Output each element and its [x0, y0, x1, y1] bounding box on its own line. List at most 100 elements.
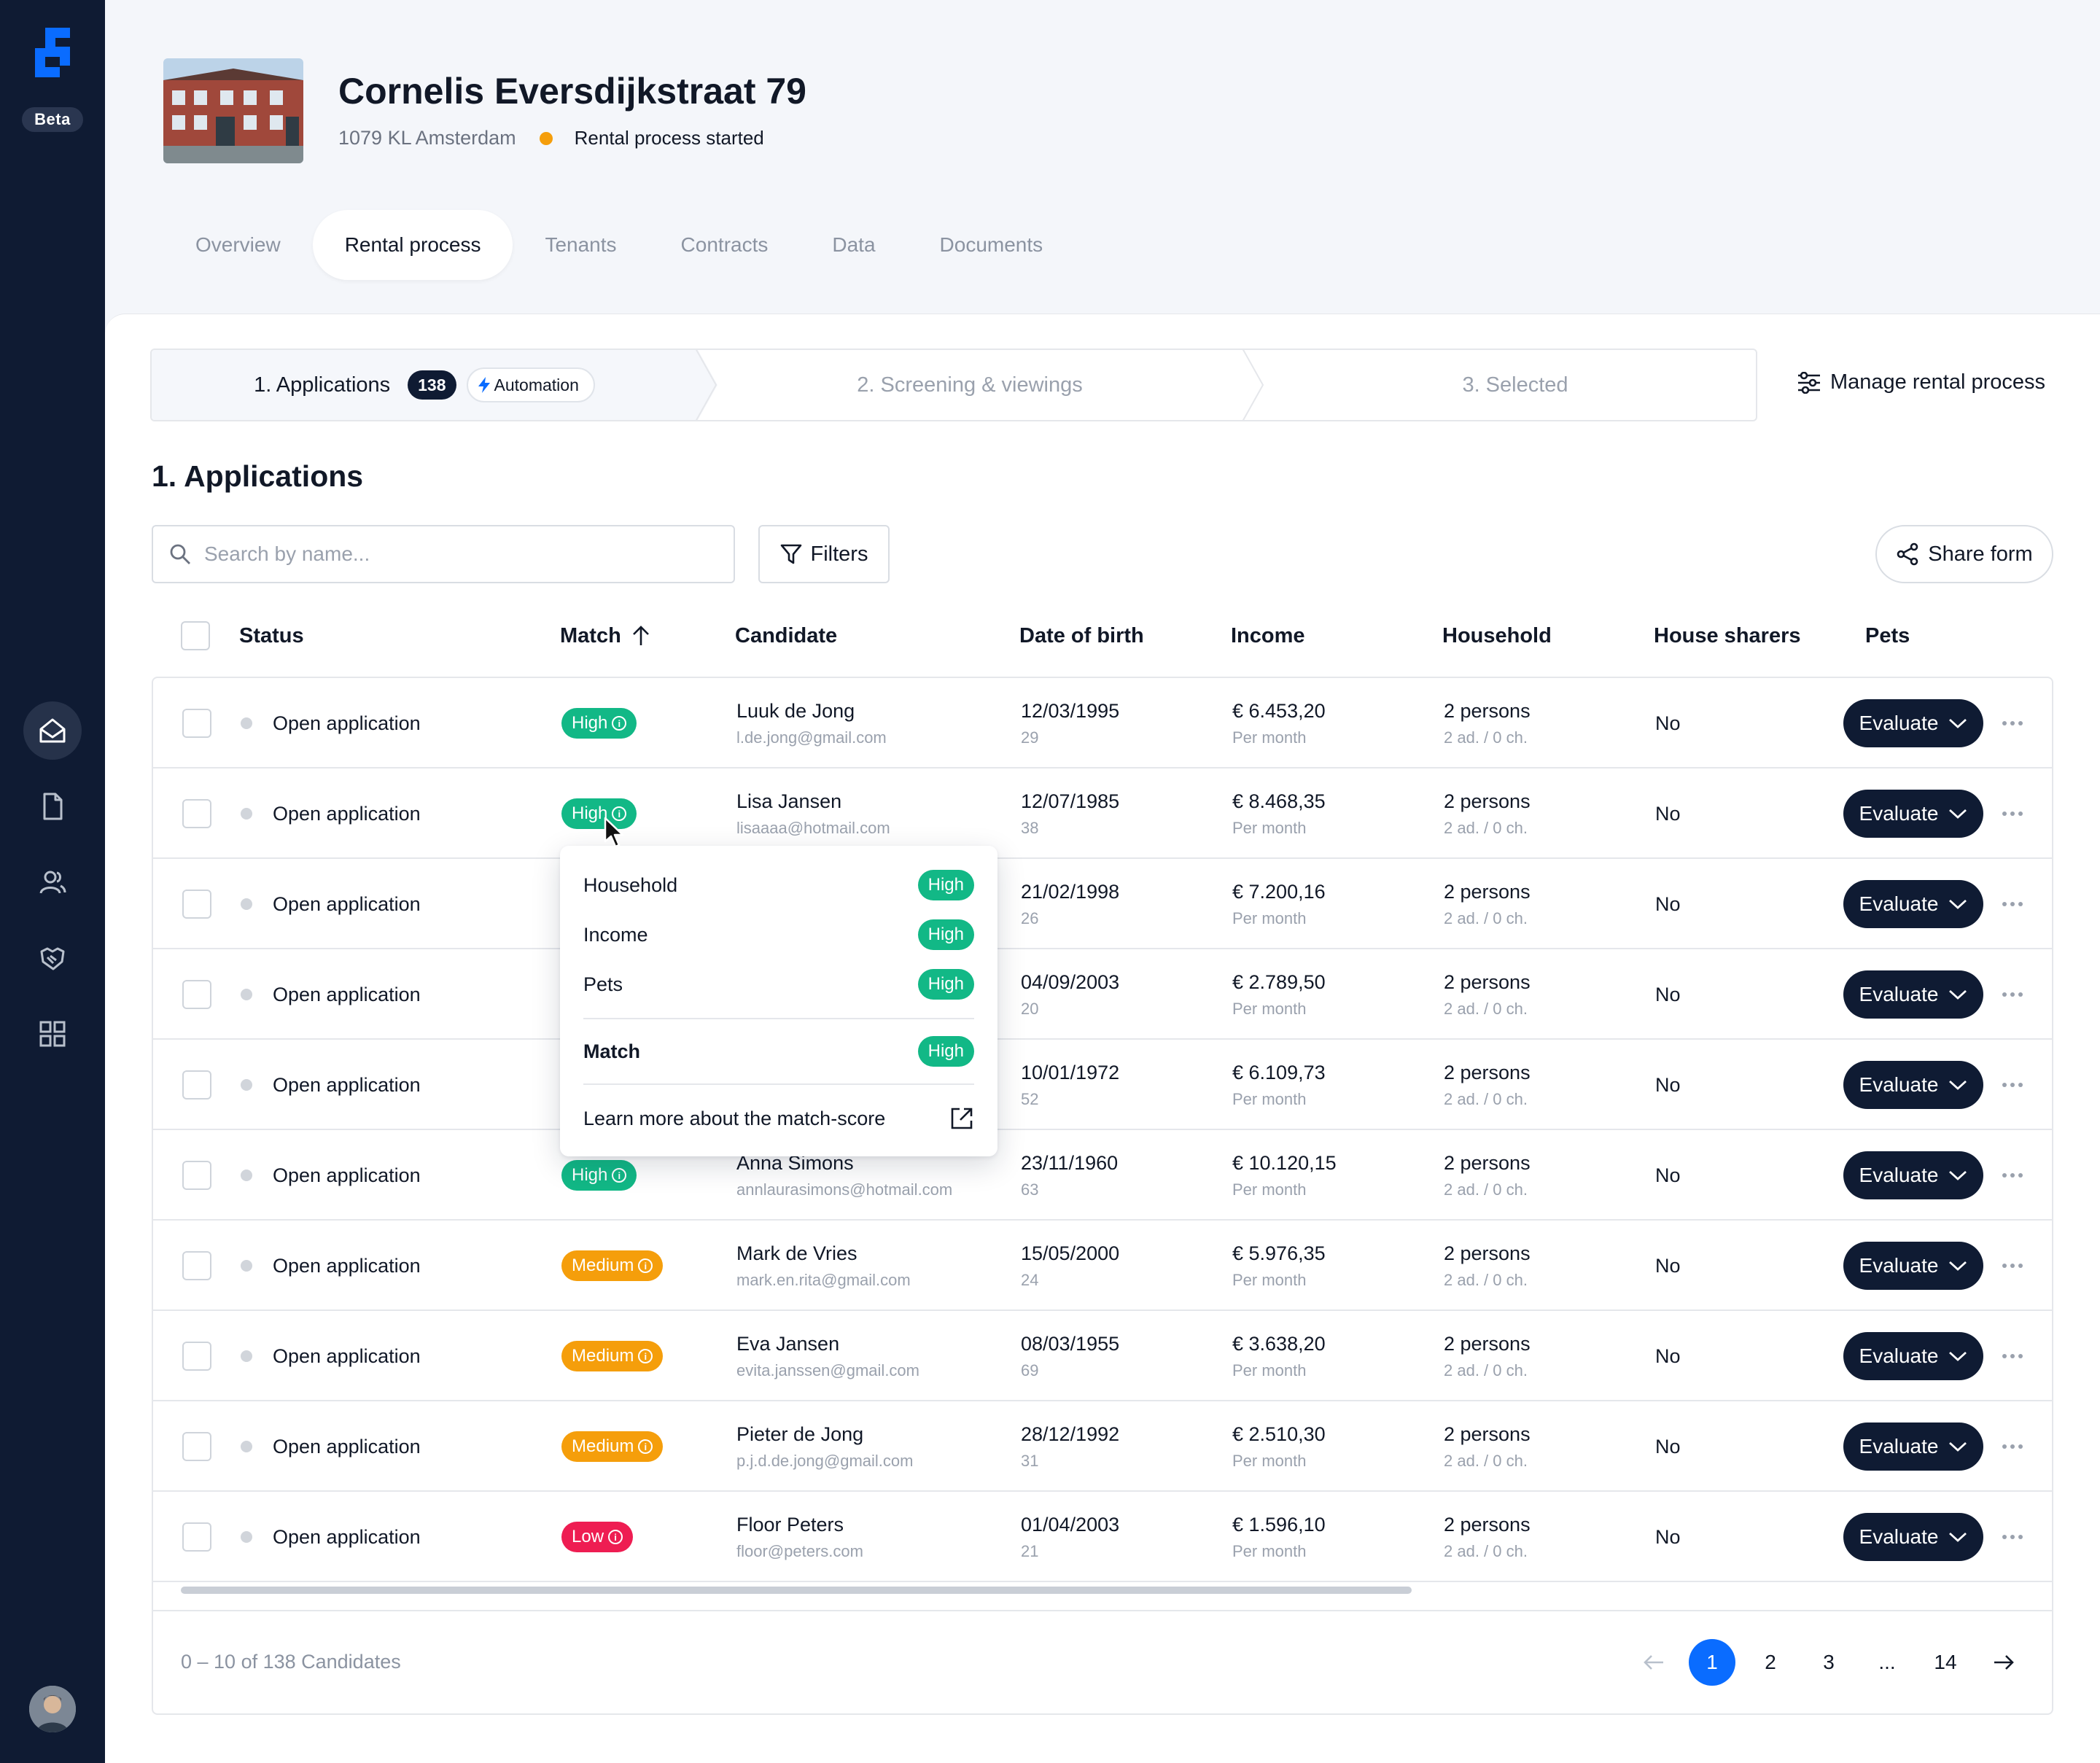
tab-rental-process[interactable]: Rental process: [312, 210, 513, 280]
pagination: 1 2 3 ... 14: [1630, 1639, 2027, 1686]
row-checkbox[interactable]: [182, 709, 211, 738]
step-screening[interactable]: 2. Screening & viewings: [697, 350, 1242, 420]
table-row[interactable]: Open application 10/01/1972 52 € 6.109,73 Pe…: [153, 1040, 2052, 1130]
user-avatar[interactable]: [29, 1686, 76, 1732]
evaluate-button[interactable]: Evaluate: [1843, 880, 1983, 928]
status-text: Open application: [273, 712, 421, 734]
col-house-sharers[interactable]: House sharers: [1654, 610, 1801, 662]
table-row[interactable]: Open application Medium i Mark de Vries mark…: [153, 1221, 2052, 1311]
row-checkbox[interactable]: [182, 1161, 211, 1190]
more-options-icon[interactable]: [1995, 1429, 2030, 1464]
evaluate-button[interactable]: Evaluate: [1843, 1061, 1983, 1109]
page-1[interactable]: 1: [1689, 1639, 1735, 1686]
more-options-icon[interactable]: [1995, 1339, 2030, 1374]
evaluate-button[interactable]: Evaluate: [1843, 699, 1983, 747]
household-size: 2 persons: [1444, 970, 1531, 993]
row-checkbox[interactable]: [182, 1070, 211, 1100]
table-row[interactable]: Open application High i Lisa Jansen lisaaaa@…: [153, 768, 2052, 859]
automation-badge[interactable]: Automation: [466, 367, 595, 402]
nav-documents[interactable]: [23, 777, 82, 836]
more-options-icon[interactable]: [1995, 1248, 2030, 1283]
more-options-icon[interactable]: [1995, 1158, 2030, 1193]
step-applications[interactable]: 1. Applications 138 Automation: [152, 350, 697, 420]
row-select-cell: [182, 1401, 211, 1492]
match-badge[interactable]: High i: [561, 1160, 637, 1191]
row-checkbox[interactable]: [182, 890, 211, 919]
page-14[interactable]: 14: [1922, 1639, 1969, 1686]
search-input[interactable]: [204, 542, 700, 566]
step-selected[interactable]: 3. Selected: [1242, 350, 1756, 420]
dob-cell: 15/05/2000 24: [1021, 1221, 1119, 1311]
horizontal-scrollbar[interactable]: [181, 1587, 1412, 1594]
row-checkbox[interactable]: [182, 980, 211, 1009]
evaluate-button[interactable]: Evaluate: [1843, 1151, 1983, 1199]
nav-home[interactable]: [23, 701, 82, 760]
share-form-button[interactable]: Share form: [1875, 525, 2053, 583]
match-badge[interactable]: Medium i: [561, 1250, 664, 1281]
col-income[interactable]: Income: [1231, 610, 1305, 662]
next-page-button[interactable]: [1980, 1639, 2027, 1686]
more-options-icon[interactable]: [1995, 1067, 2030, 1102]
col-match[interactable]: Match: [560, 610, 650, 662]
row-checkbox[interactable]: [182, 1522, 211, 1552]
page-3[interactable]: 3: [1805, 1639, 1852, 1686]
tab-contracts[interactable]: Contracts: [649, 210, 801, 280]
nav-handshake[interactable]: [23, 929, 82, 987]
table-row[interactable]: Open application Medium i Pieter de Jong p.j…: [153, 1401, 2052, 1492]
candidate-email: evita.janssen@gmail.com: [736, 1361, 919, 1379]
table-row[interactable]: Open application High i Anna Simons annlaura…: [153, 1130, 2052, 1221]
page-2[interactable]: 2: [1747, 1639, 1794, 1686]
evaluate-button[interactable]: Evaluate: [1843, 790, 1983, 838]
row-select-cell: [182, 678, 211, 768]
col-date-of-birth[interactable]: Date of birth: [1019, 610, 1144, 662]
col-status[interactable]: Status: [239, 610, 304, 662]
table-row[interactable]: Open application 04/09/2003 20 € 2.789,50 Pe…: [153, 949, 2052, 1040]
more-options-icon[interactable]: [1995, 1519, 2030, 1554]
table-row[interactable]: Open application High i Luuk de Jong l.de.jo…: [153, 678, 2052, 768]
search-box[interactable]: [152, 525, 735, 583]
tab-tenants[interactable]: Tenants: [513, 210, 648, 280]
row-checkbox[interactable]: [182, 1251, 211, 1280]
match-badge[interactable]: High i: [561, 708, 637, 739]
select-all-checkbox[interactable]: [181, 621, 210, 650]
evaluate-button[interactable]: Evaluate: [1843, 1423, 1983, 1471]
row-checkbox[interactable]: [182, 1432, 211, 1461]
match-badge[interactable]: Medium i: [561, 1341, 664, 1371]
tab-data[interactable]: Data: [800, 210, 907, 280]
table-row[interactable]: Open application Medium i Eva Jansen evita.j…: [153, 1311, 2052, 1401]
tab-documents[interactable]: Documents: [908, 210, 1076, 280]
income-cell: € 5.976,35 Per month: [1232, 1221, 1326, 1311]
nav-users[interactable]: [23, 853, 82, 911]
match-badge-label: Medium: [572, 1346, 634, 1366]
household-detail: 2 ad. / 0 ch.: [1444, 818, 1528, 837]
status-dot: [241, 1441, 252, 1452]
property-status-text: Rental process started: [574, 127, 764, 149]
row-checkbox[interactable]: [182, 799, 211, 828]
col-pets[interactable]: Pets: [1865, 610, 1910, 662]
manage-rental-process-button[interactable]: Manage rental process: [1797, 370, 2045, 394]
date-of-birth: 08/03/1955: [1021, 1332, 1120, 1355]
prev-page-button[interactable]: [1630, 1639, 1677, 1686]
more-options-icon[interactable]: [1995, 706, 2030, 741]
table-row[interactable]: Open application Low i Floor Peters floor@pe…: [153, 1492, 2052, 1582]
app-logo[interactable]: [35, 28, 70, 77]
more-options-icon[interactable]: [1995, 977, 2030, 1012]
match-badge[interactable]: Low i: [561, 1522, 634, 1552]
status-cell: Open application: [241, 1221, 421, 1311]
more-options-icon[interactable]: [1995, 796, 2030, 831]
more-options-icon[interactable]: [1995, 887, 2030, 922]
evaluate-button[interactable]: Evaluate: [1843, 1332, 1983, 1380]
match-badge[interactable]: Medium i: [561, 1431, 664, 1462]
col-household[interactable]: Household: [1442, 610, 1552, 662]
nav-grid[interactable]: [23, 1005, 82, 1063]
table-row[interactable]: Open application 21/02/1998 26 € 7.200,16 Pe…: [153, 859, 2052, 949]
learn-more-link[interactable]: Learn more about the match-score: [583, 1101, 974, 1136]
evaluate-button[interactable]: Evaluate: [1843, 1242, 1983, 1290]
users-icon: [39, 871, 66, 894]
evaluate-button[interactable]: Evaluate: [1843, 1513, 1983, 1561]
tab-overview[interactable]: Overview: [163, 210, 313, 280]
filters-button[interactable]: Filters: [758, 525, 890, 583]
evaluate-button[interactable]: Evaluate: [1843, 970, 1983, 1019]
col-candidate[interactable]: Candidate: [735, 610, 837, 662]
row-checkbox[interactable]: [182, 1342, 211, 1371]
